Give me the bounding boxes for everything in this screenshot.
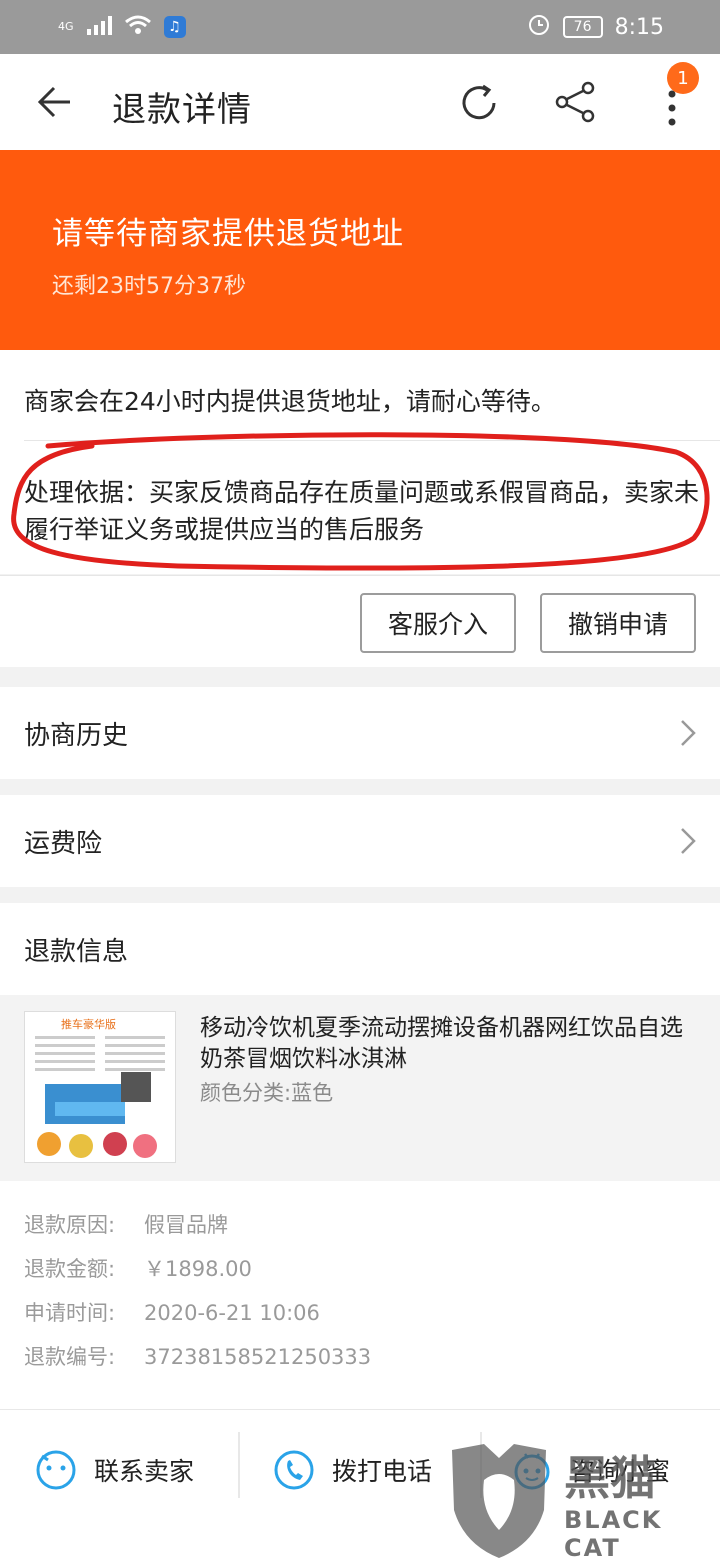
refund-reason-label: 退款原因: xyxy=(24,1213,116,1237)
refund-number-value: 37238158521250333 xyxy=(144,1345,372,1369)
watermark-cn: 黑猫 xyxy=(564,1451,656,1505)
contact-seller-label: 联系卖家 xyxy=(94,1457,195,1486)
status-bar: 4G ♫ 76 8:15 xyxy=(0,0,720,54)
refund-reason: 退款原因: 假冒品牌 xyxy=(24,1209,228,1239)
chat-bubble-icon xyxy=(34,1448,78,1492)
refund-amount-value: ￥1898.00 xyxy=(144,1257,252,1281)
freight-insurance-row[interactable]: 运费险 xyxy=(0,795,720,887)
share-icon[interactable] xyxy=(554,80,598,124)
battery-indicator: 76 xyxy=(562,16,603,38)
page-title: 退款详情 xyxy=(112,90,252,130)
notification-badge: 1 xyxy=(667,62,699,94)
more-icon[interactable] xyxy=(664,88,680,128)
banner-title: 请等待商家提供退货地址 xyxy=(52,216,404,252)
chevron-right-icon xyxy=(680,719,696,747)
product-title[interactable]: 移动冷饮机夏季流动摆摊设备机器网红饮品自选奶茶冒烟饮料冰淇淋 xyxy=(200,1013,700,1075)
divider xyxy=(238,1432,240,1498)
refund-amount: 退款金额: ￥1898.00 xyxy=(24,1253,252,1283)
watermark-en: BLACK CAT xyxy=(564,1506,663,1560)
refund-number-label: 退款编号: xyxy=(24,1345,116,1369)
nav-bar: 退款详情 1 xyxy=(0,54,720,150)
phone-icon xyxy=(272,1448,316,1492)
red-circle-annotation xyxy=(11,432,710,571)
contact-seller-button[interactable]: 联系卖家 xyxy=(34,1440,194,1500)
notice-text: 商家会在24小时内提供退货地址，请耐心等待。 xyxy=(24,387,556,416)
product-card[interactable]: 推车豪华版 移动冷饮机夏季流动摆摊设备机器网红饮品自选奶茶冒烟饮料冰淇淋 颜色分… xyxy=(0,995,720,1181)
cat-shield-logo xyxy=(452,1444,546,1558)
network-indicator: 4G xyxy=(58,20,74,33)
cancel-request-button[interactable]: 撤销申请 xyxy=(540,593,696,653)
black-cat-watermark: 黑猫 BLACK CAT xyxy=(444,1440,720,1560)
refund-info-section: 退款信息 推车豪华版 移动冷饮机夏季流动摆摊设备机器网红饮品自选奶茶冒烟饮料冰淇… xyxy=(0,903,720,1409)
status-left: 4G ♫ xyxy=(58,14,186,39)
call-label: 拨打电话 xyxy=(332,1457,433,1486)
refresh-icon[interactable] xyxy=(456,80,502,126)
negotiation-history-row[interactable]: 协商历史 xyxy=(0,687,720,779)
product-sku: 颜色分类:蓝色 xyxy=(200,1081,334,1105)
product-image-banner: 推车豪华版 xyxy=(61,1017,116,1031)
product-thumbnail[interactable]: 推车豪华版 xyxy=(24,1011,176,1163)
clock: 8:15 xyxy=(614,14,664,40)
music-app-icon: ♫ xyxy=(163,15,186,38)
refund-amount-label: 退款金额: xyxy=(24,1257,116,1281)
wifi-icon xyxy=(124,14,152,39)
request-time: 申请时间: 2020-6-21 10:06 xyxy=(24,1297,320,1327)
refund-number: 退款编号: 37238158521250333 xyxy=(24,1341,371,1371)
back-arrow-icon[interactable] xyxy=(34,82,74,122)
status-right: 76 8:15 xyxy=(527,12,664,42)
action-row: 客服介入 撤销申请 xyxy=(0,575,720,667)
refund-reason-value: 假冒品牌 xyxy=(144,1213,228,1237)
call-button[interactable]: 拨打电话 xyxy=(272,1440,432,1500)
freight-insurance-label: 运费险 xyxy=(24,829,103,859)
request-time-value: 2020-6-21 10:06 xyxy=(144,1301,320,1325)
refund-info-heading: 退款信息 xyxy=(24,937,129,967)
countdown-text: 还剩23时57分37秒 xyxy=(52,274,246,299)
chevron-right-icon xyxy=(680,827,696,855)
request-time-label: 申请时间: xyxy=(24,1301,116,1325)
customer-service-button[interactable]: 客服介入 xyxy=(360,593,516,653)
signal-icon xyxy=(86,15,112,38)
negotiation-history-label: 协商历史 xyxy=(24,721,129,751)
status-banner: 请等待商家提供退货地址 还剩23时57分37秒 xyxy=(0,150,720,350)
alarm-icon xyxy=(527,12,551,42)
